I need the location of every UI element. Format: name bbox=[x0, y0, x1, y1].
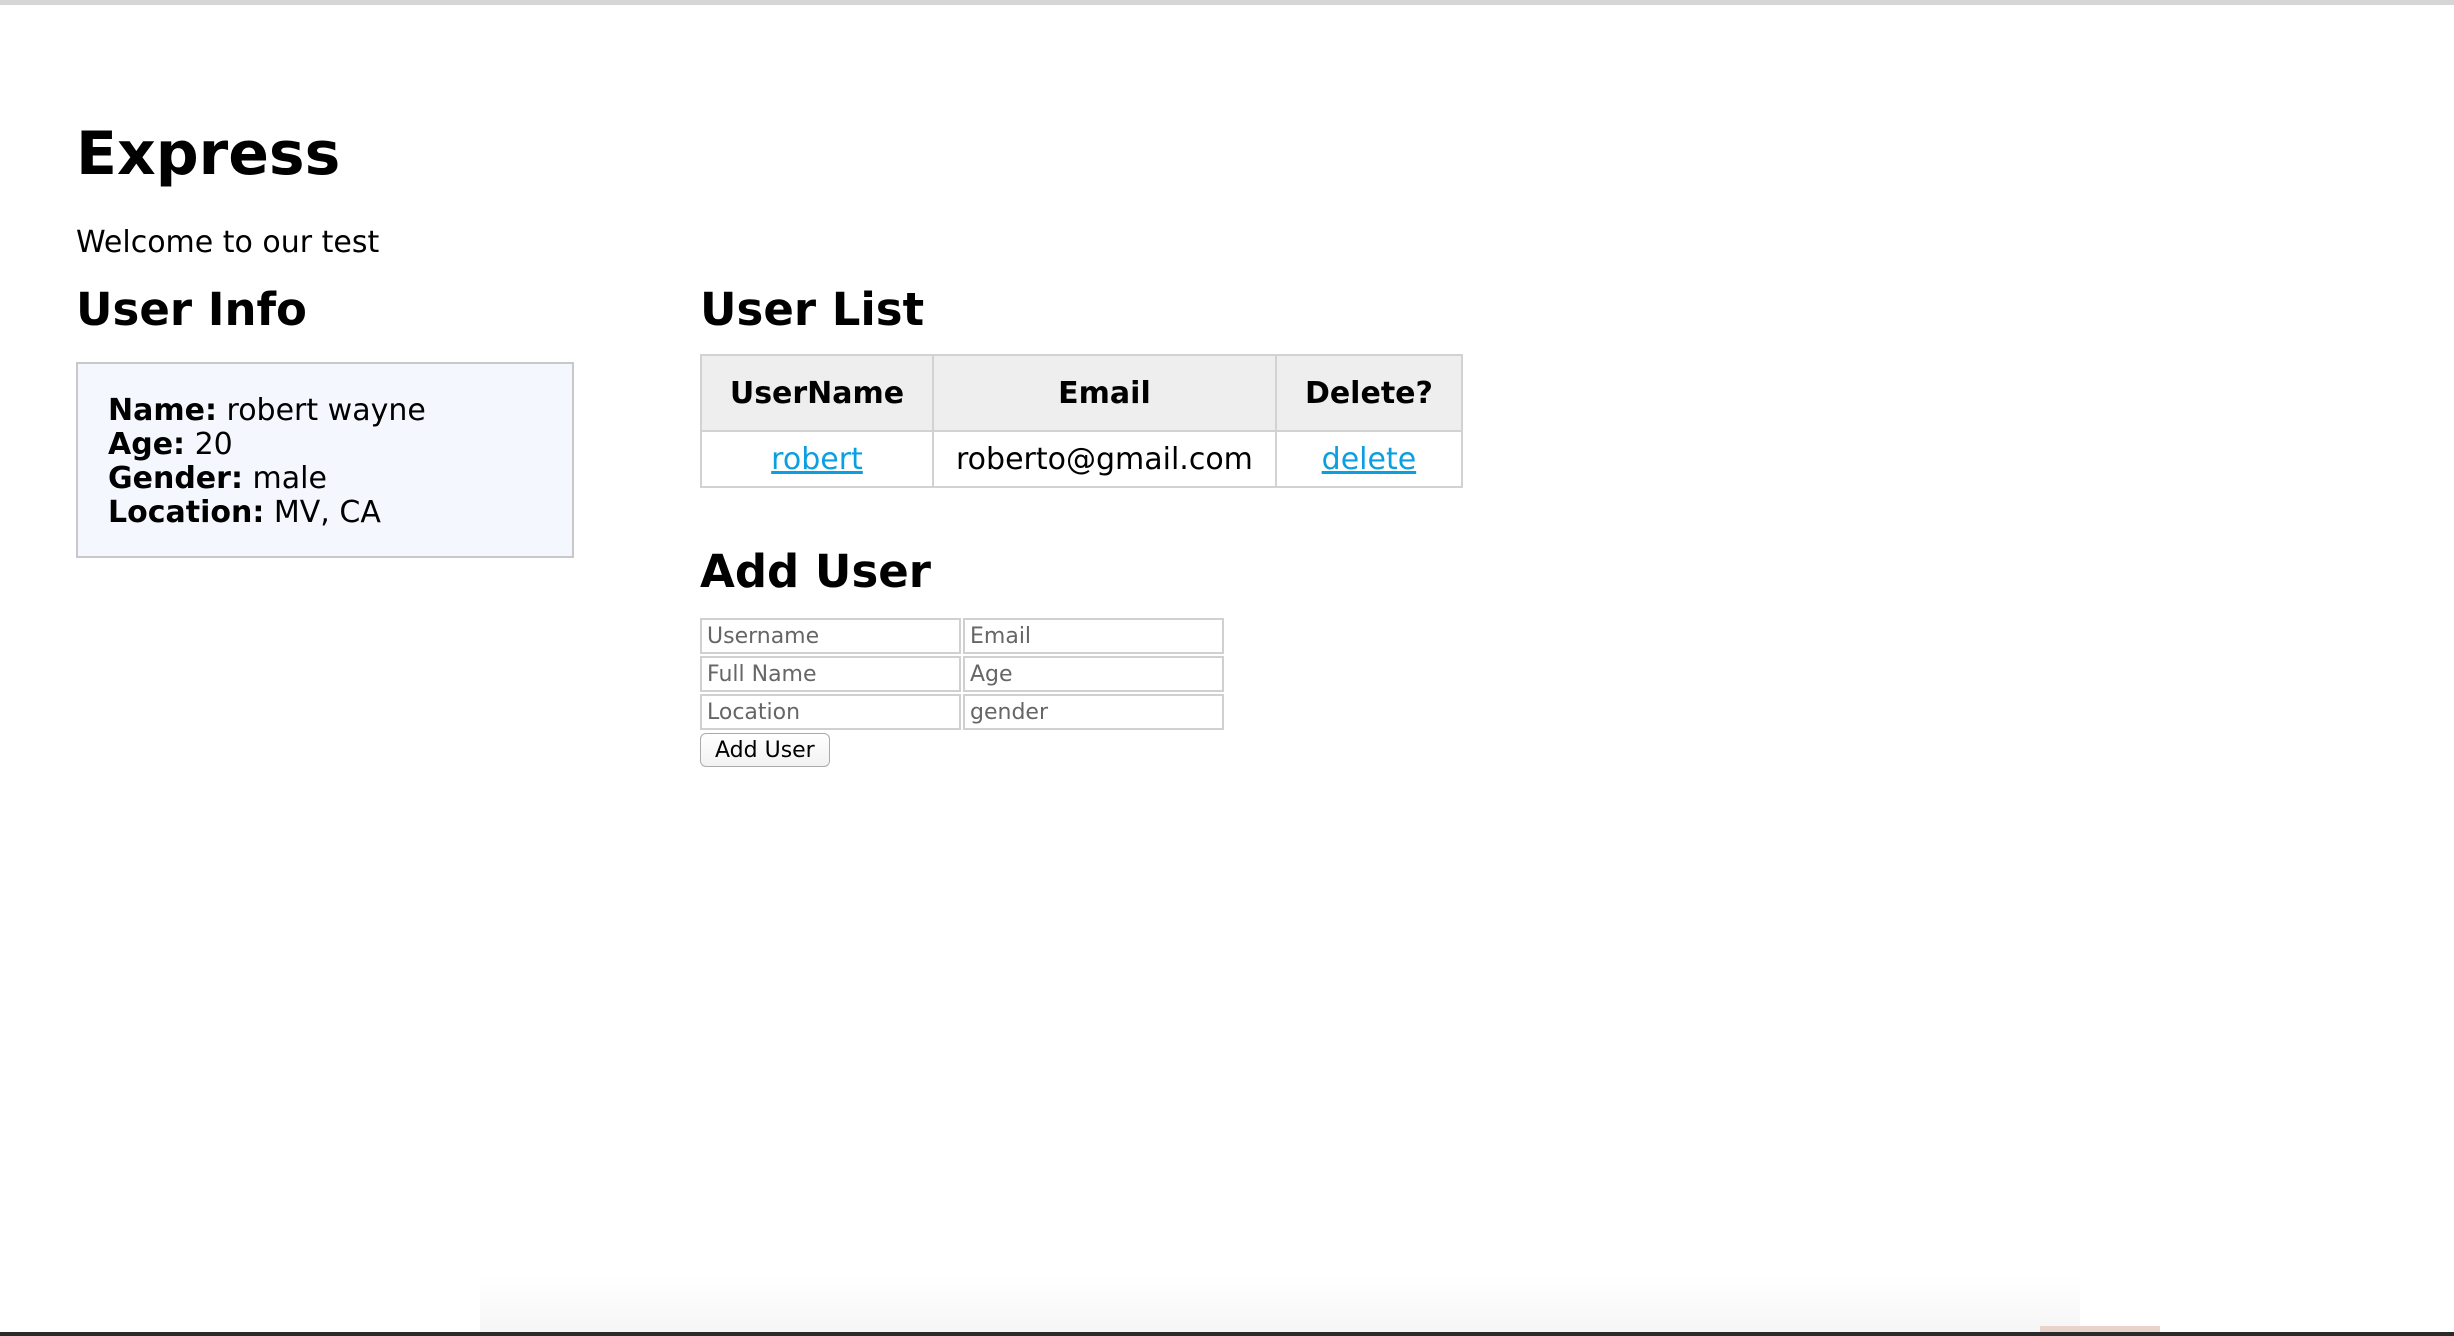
column-header-username: UserName bbox=[700, 354, 934, 432]
user-info-age-label: Age: bbox=[108, 427, 186, 462]
age-input[interactable] bbox=[963, 656, 1224, 692]
top-border bbox=[0, 0, 2454, 5]
column-header-delete: Delete? bbox=[1274, 354, 1463, 432]
gender-input[interactable] bbox=[963, 694, 1224, 730]
delete-cell: delete bbox=[1274, 430, 1463, 488]
window-shadow bbox=[480, 1275, 2080, 1336]
username-link[interactable]: robert bbox=[771, 442, 863, 477]
column-header-email: Email bbox=[932, 354, 1277, 432]
user-info-name-row: Name: robert wayne bbox=[108, 394, 542, 428]
full-name-input[interactable] bbox=[700, 656, 961, 692]
form-row bbox=[700, 618, 1225, 656]
user-list-heading: User List bbox=[700, 283, 925, 336]
user-info-name-value: robert wayne bbox=[226, 393, 426, 428]
form-row bbox=[700, 656, 1225, 694]
user-info-gender-value: male bbox=[252, 461, 327, 496]
user-info-gender-label: Gender: bbox=[108, 461, 243, 496]
page: Express Welcome to our test User Info Na… bbox=[0, 0, 2454, 1336]
welcome-text: Welcome to our test bbox=[76, 225, 380, 260]
user-info-heading: User Info bbox=[76, 283, 307, 336]
table-row: robert roberto@gmail.com delete bbox=[700, 430, 1463, 488]
username-cell: robert bbox=[700, 430, 934, 488]
user-info-name-label: Name: bbox=[108, 393, 217, 428]
form-row bbox=[700, 694, 1225, 732]
user-list-table: UserName Email Delete? robert roberto@gm… bbox=[700, 354, 1463, 488]
delete-link[interactable]: delete bbox=[1322, 442, 1417, 477]
add-user-button[interactable]: Add User bbox=[700, 733, 830, 767]
page-title: Express bbox=[76, 119, 341, 189]
user-info-location-label: Location: bbox=[108, 495, 265, 530]
email-cell: roberto@gmail.com bbox=[932, 430, 1277, 488]
add-user-heading: Add User bbox=[700, 545, 931, 598]
bottom-border bbox=[0, 1332, 2454, 1336]
email-input[interactable] bbox=[963, 618, 1224, 654]
add-user-form: Add User bbox=[700, 618, 1225, 767]
user-info-panel: Name: robert wayne Age: 20 Gender: male … bbox=[76, 362, 574, 558]
location-input[interactable] bbox=[700, 694, 961, 730]
user-info-location-value: MV, CA bbox=[273, 495, 381, 530]
user-info-gender-row: Gender: male bbox=[108, 462, 542, 496]
user-info-age-value: 20 bbox=[194, 427, 233, 462]
user-info-age-row: Age: 20 bbox=[108, 428, 542, 462]
table-header-row: UserName Email Delete? bbox=[700, 354, 1463, 432]
user-info-location-row: Location: MV, CA bbox=[108, 496, 542, 530]
username-input[interactable] bbox=[700, 618, 961, 654]
